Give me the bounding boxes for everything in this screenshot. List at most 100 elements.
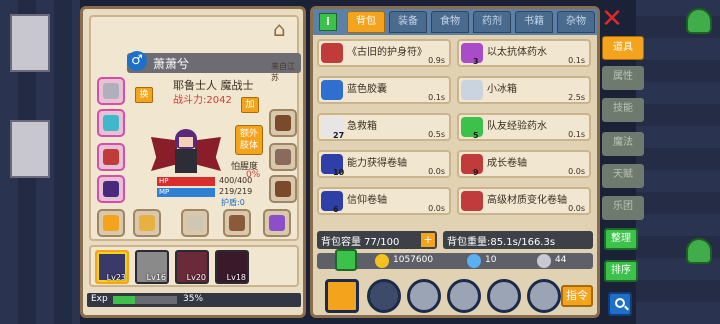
- tab-food[interactable]: 食物: [431, 11, 469, 33]
- recycle-icon[interactable]: [527, 279, 561, 313]
- item-time: 0.0s: [428, 167, 445, 176]
- team-member[interactable]: Lv23: [95, 250, 129, 284]
- male-gender-icon: ♂: [127, 51, 147, 71]
- accessory-equip-slot[interactable]: [97, 209, 125, 237]
- weight-box: 背包重量:85.1s/166.3s: [443, 231, 593, 249]
- hanger-icon[interactable]: ⌂: [273, 17, 286, 41]
- inventory-item[interactable]: 信仰卷轴 6 0.0s: [317, 187, 451, 215]
- item-count: 9: [473, 168, 479, 177]
- tab-backpack[interactable]: 背包: [347, 11, 385, 33]
- item-count: 5: [473, 131, 479, 140]
- tab-equipment[interactable]: 装备: [389, 11, 427, 33]
- armor-equip-slot[interactable]: [97, 175, 125, 203]
- item-time: 0.9s: [428, 56, 445, 65]
- capacity-box: 背包容量 77/100 +: [317, 231, 437, 249]
- close-icon[interactable]: ✕: [600, 6, 624, 32]
- chain-equip-slot[interactable]: [223, 209, 251, 237]
- side-tab-skills[interactable]: 技能: [602, 98, 644, 122]
- sort-alpha-icon[interactable]: [325, 279, 359, 313]
- side-tab-talent[interactable]: 天赋: [602, 164, 644, 188]
- item-name: 《古旧的护身符》: [347, 47, 427, 58]
- team-member[interactable]: Lv18: [215, 250, 249, 284]
- head-equip-slot[interactable]: [97, 77, 125, 105]
- pet-slot[interactable]: [269, 109, 297, 137]
- weapon-equip-slot[interactable]: [97, 143, 125, 171]
- magnify-icon[interactable]: [447, 279, 481, 313]
- equipment-icon: [275, 115, 291, 131]
- character-body: [175, 149, 197, 173]
- amulet-equip-slot[interactable]: [97, 109, 125, 137]
- side-tab-attributes[interactable]: 属性: [602, 66, 644, 90]
- item-name: 急救箱: [347, 121, 377, 132]
- inventory-item[interactable]: 高级材质变化卷轴 0.0s: [457, 187, 591, 215]
- bag-download-icon[interactable]: [335, 249, 357, 271]
- equipment-icon: [275, 181, 291, 197]
- orb-equip-slot[interactable]: [263, 209, 291, 237]
- empty-weapon-slot[interactable]: [181, 209, 209, 237]
- side-tab-band[interactable]: 乐团: [602, 196, 644, 220]
- inventory-panel: i 背包 装备 食物 药剂 书籍 杂物 《古旧的护身符》 0.9s 以太抗体药水 3…: [310, 6, 600, 318]
- extra-body-button[interactable]: 额外肢体: [235, 125, 263, 155]
- inventory-item[interactable]: 成长卷轴 9 0.0s: [457, 150, 591, 178]
- silver-coin-icon: [537, 254, 551, 268]
- search-icon[interactable]: [407, 279, 441, 313]
- inventory-item[interactable]: 小冰箱 2.5s: [457, 76, 591, 104]
- inventory-item[interactable]: 《古旧的护身符》 0.9s: [317, 39, 451, 67]
- item-count: 3: [473, 57, 479, 66]
- hp-bar-label: HP: [157, 177, 215, 186]
- capsule-icon: [321, 80, 343, 100]
- sword-icon[interactable]: [367, 279, 401, 313]
- demon-wing: [195, 137, 221, 171]
- amulet-icon: [321, 43, 343, 63]
- team-member[interactable]: Lv16: [135, 250, 169, 284]
- inventory-item[interactable]: 以太抗体药水 3 0.1s: [457, 39, 591, 67]
- search-icon[interactable]: [608, 292, 632, 316]
- exp-bar: Exp 35%: [87, 293, 301, 307]
- team-members: Lv23 Lv16 Lv20 Lv18: [89, 245, 299, 287]
- item-name: 成长卷轴: [487, 158, 527, 169]
- stone-pillar: [10, 120, 50, 178]
- gloves-equip-slot[interactable]: [269, 143, 297, 171]
- inventory-item[interactable]: 队友经验药水 5 0.1s: [457, 113, 591, 141]
- equipment-icon: [275, 149, 291, 165]
- equipment-icon: [103, 181, 119, 197]
- member-level: Lv16: [146, 273, 166, 282]
- swap-button[interactable]: 换: [135, 87, 153, 103]
- add-button[interactable]: 加: [241, 97, 259, 113]
- character-panel: ⌂ ♂ 萧萧兮 来自江苏 耶鲁士人 魔战士 战斗力:2042 换 加 额外肢体 …: [80, 6, 306, 318]
- organize-button[interactable]: 整理: [604, 228, 638, 250]
- fridge-icon: [461, 80, 483, 100]
- equipment-icon: [229, 215, 245, 231]
- inventory-item[interactable]: 急救箱 27 0.5s: [317, 113, 451, 141]
- character-origin: 来自江苏: [271, 62, 295, 82]
- stone-pillar: [10, 14, 50, 72]
- info-icon[interactable]: i: [319, 13, 337, 31]
- item-time: 0.0s: [568, 204, 585, 213]
- command-button[interactable]: 指令: [561, 285, 593, 307]
- bag-capacity: 背包容量 77/100: [321, 237, 400, 248]
- item-time: 0.0s: [568, 167, 585, 176]
- side-tab-magic[interactable]: 魔法: [602, 132, 644, 156]
- sort-button[interactable]: 排序: [604, 260, 638, 282]
- plant-decoration: [686, 238, 712, 264]
- tab-books[interactable]: 书籍: [515, 11, 553, 33]
- tab-misc[interactable]: 杂物: [557, 11, 595, 33]
- inventory-item[interactable]: 能力获得卷轴 10 0.0s: [317, 150, 451, 178]
- swap-icon[interactable]: [487, 279, 521, 313]
- scroll-icon: [321, 191, 343, 211]
- staff-equip-slot[interactable]: [133, 209, 161, 237]
- item-time: 0.1s: [568, 56, 585, 65]
- expand-capacity-button[interactable]: +: [421, 233, 435, 247]
- bag-weight: 背包重量:85.1s/166.3s: [447, 237, 556, 248]
- background-left: [0, 0, 80, 324]
- boots-equip-slot[interactable]: [269, 175, 297, 203]
- gem-amount: 10: [485, 255, 497, 265]
- member-level: Lv18: [226, 273, 246, 282]
- team-member[interactable]: Lv20: [175, 250, 209, 284]
- side-tab-items[interactable]: 道具: [602, 36, 644, 60]
- tab-potion[interactable]: 药剂: [473, 11, 511, 33]
- item-name: 高级材质变化卷轴: [487, 195, 567, 206]
- inventory-item[interactable]: 蓝色胶囊 0.1s: [317, 76, 451, 104]
- character-info-area: ⌂ ♂ 萧萧兮 来自江苏 耶鲁士人 魔战士 战斗力:2042 换 加 额外肢体 …: [89, 15, 301, 241]
- character-name: 萧萧兮: [153, 57, 190, 71]
